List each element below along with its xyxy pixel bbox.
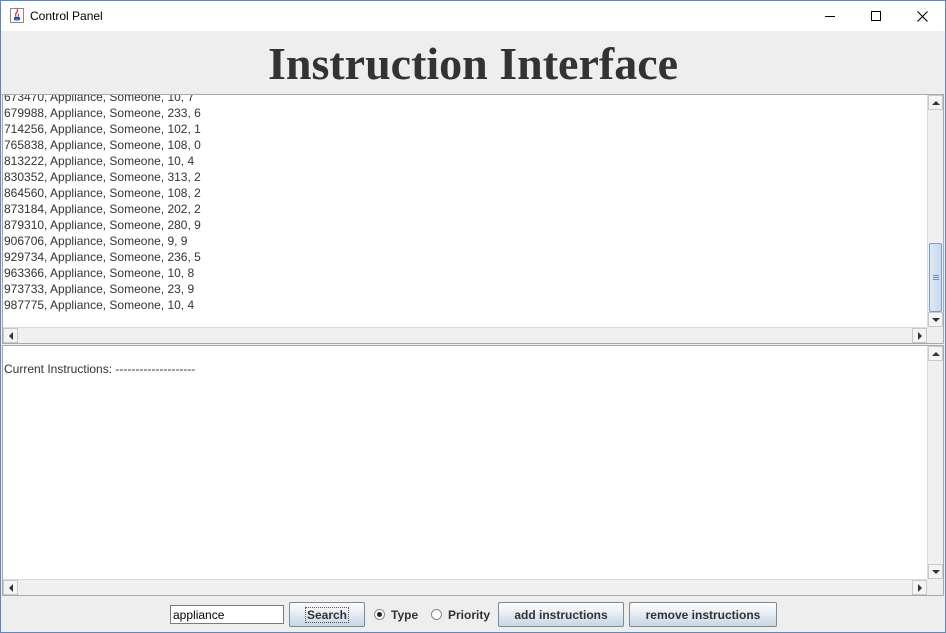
result-line: 765838, Appliance, Someone, 108, 0 (4, 138, 201, 152)
instructions-text-area[interactable]: Current Instructions: ------------------… (3, 346, 927, 579)
result-line: 963366, Appliance, Someone, 10, 8 (4, 266, 195, 280)
scroll-left-button[interactable] (3, 328, 18, 343)
scroll-corner (927, 579, 943, 595)
result-line: 879310, Appliance, Someone, 280, 9 (4, 218, 201, 232)
grip-line (933, 279, 939, 280)
scroll-corner (927, 327, 943, 343)
results-vertical-scrollbar[interactable] (927, 95, 943, 327)
scroll-thumb[interactable] (929, 243, 942, 312)
result-line: 864560, Appliance, Someone, 108, 2 (4, 186, 201, 200)
control-panel-window: Control Panel Instruction Interface 6734… (0, 0, 946, 633)
control-bar: Search Type Priority add instructions re… (1, 597, 945, 632)
search-button-label: Search (304, 606, 350, 623)
result-line: 714256, Appliance, Someone, 102, 1 (4, 122, 201, 136)
scroll-right-button[interactable] (912, 580, 927, 595)
arrow-right-icon (917, 331, 922, 340)
results-scroll-pane[interactable]: 673470, Appliance, Someone, 10, 7 679988,… (2, 94, 944, 344)
scroll-right-button[interactable] (912, 328, 927, 343)
arrow-down-icon (931, 569, 940, 574)
arrow-down-icon (931, 317, 940, 322)
search-button[interactable]: Search (289, 602, 365, 627)
search-input[interactable] (170, 605, 284, 624)
radio-priority[interactable] (431, 609, 442, 620)
scroll-up-button[interactable] (928, 346, 943, 361)
arrow-up-icon (931, 351, 940, 356)
add-instructions-button[interactable]: add instructions (498, 602, 624, 627)
result-line: 906706, Appliance, Someone, 9, 9 (4, 234, 188, 248)
maximize-icon (871, 11, 881, 21)
java-app-icon (10, 8, 24, 23)
instructions-vertical-scrollbar[interactable] (927, 346, 943, 579)
result-line: 973733, Appliance, Someone, 23, 9 (4, 282, 195, 296)
current-instructions-text: Current Instructions: ------------------… (4, 362, 196, 376)
close-icon (916, 10, 928, 22)
results-text-area[interactable]: 673470, Appliance, Someone, 10, 7 679988,… (3, 95, 927, 327)
results-lines: 673470, Appliance, Someone, 10, 7 679988,… (4, 95, 201, 313)
instructions-horizontal-scrollbar[interactable] (3, 579, 927, 595)
scroll-down-button[interactable] (928, 564, 943, 579)
radio-type[interactable] (374, 609, 385, 620)
arrow-left-icon (8, 583, 13, 592)
results-horizontal-scrollbar[interactable] (3, 327, 927, 343)
arrow-right-icon (917, 583, 922, 592)
result-line: 813222, Appliance, Someone, 10, 4 (4, 154, 195, 168)
radio-type-label[interactable]: Type (391, 608, 418, 622)
result-line: 679988, Appliance, Someone, 233, 6 (4, 106, 201, 120)
instructions-scroll-pane[interactable]: Current Instructions: ------------------… (2, 345, 944, 596)
window-title: Control Panel (30, 9, 103, 23)
grip-line (933, 277, 939, 278)
minimize-icon (825, 16, 835, 17)
result-line: 873184, Appliance, Someone, 202, 2 (4, 202, 201, 216)
scroll-left-button[interactable] (3, 580, 18, 595)
radio-selected-dot (377, 612, 382, 617)
radio-priority-label[interactable]: Priority (448, 608, 490, 622)
arrow-up-icon (931, 100, 940, 105)
result-line: 830352, Appliance, Someone, 313, 2 (4, 170, 201, 184)
arrow-left-icon (8, 331, 13, 340)
maximize-button[interactable] (853, 1, 899, 31)
grip-line (933, 275, 939, 276)
scroll-up-button[interactable] (928, 95, 943, 110)
remove-instructions-button[interactable]: remove instructions (629, 602, 777, 627)
close-button[interactable] (899, 1, 945, 31)
page-title: Instruction Interface (267, 38, 679, 89)
minimize-button[interactable] (807, 1, 853, 31)
scroll-down-button[interactable] (928, 312, 943, 327)
title-bar[interactable]: Control Panel (1, 1, 945, 31)
result-line: 673470, Appliance, Someone, 10, 7 (4, 95, 195, 104)
result-line: 929734, Appliance, Someone, 236, 5 (4, 250, 201, 264)
result-line: 987775, Appliance, Someone, 10, 4 (4, 298, 195, 312)
